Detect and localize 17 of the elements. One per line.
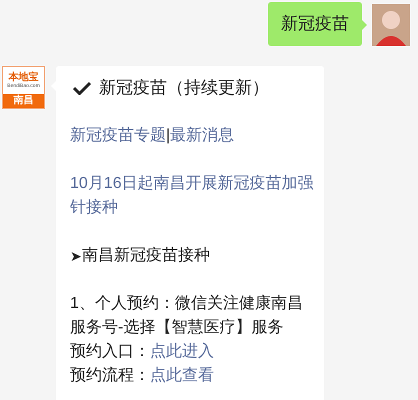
entry-link[interactable]: 点此查看 xyxy=(150,364,214,388)
step-text: 1、个人预约：微信关注健康南昌服务号-选择【智慧医疗】服务 xyxy=(70,294,304,338)
logo-brand: 本地宝 xyxy=(8,72,38,83)
entry-label: 预约入口： xyxy=(70,342,150,362)
user-avatar[interactable] xyxy=(372,4,410,46)
news-link[interactable]: 最新消息 xyxy=(170,124,234,148)
logo-city: 南昌 xyxy=(3,94,44,108)
reply-title: 新冠疫苗（持续更新） xyxy=(99,77,269,99)
announcement-link[interactable]: 10月16日起南昌开展新冠疫苗加强针接种 xyxy=(70,172,316,220)
check-icon xyxy=(73,81,91,95)
topic-link[interactable]: 新冠疫苗专题 xyxy=(70,124,166,148)
sent-message-bubble: 新冠疫苗 xyxy=(268,2,362,46)
section-heading: 南昌新冠疫苗接种 xyxy=(82,246,210,266)
arrow-marker: ➤ xyxy=(70,247,82,266)
link-separator: | xyxy=(166,126,170,146)
entry-link[interactable]: 点此进入 xyxy=(150,340,214,364)
entry-label: 预约流程： xyxy=(70,366,150,386)
